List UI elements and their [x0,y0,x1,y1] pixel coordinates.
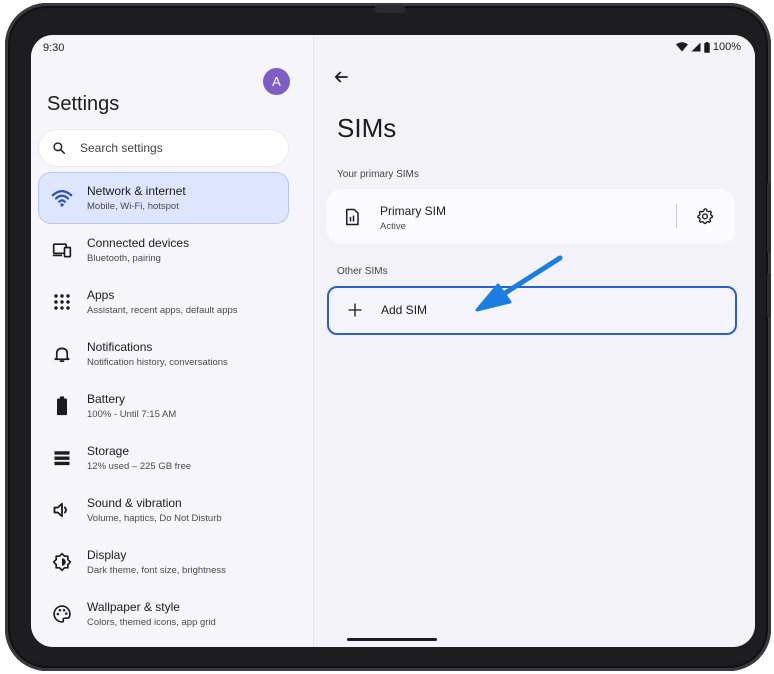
power-button [767,273,771,318]
nav-item-title: Battery [87,392,126,406]
sims-pane: SIMs Your primary SIMs Primary SIM Activ… [314,35,755,647]
nav-item-subtitle: Colors, themed icons, app grid [87,617,216,628]
nav-item-display[interactable]: Display Dark theme, font size, brightnes… [39,537,288,587]
nav-item-title: Storage [87,444,130,458]
wifi-status-icon [675,42,688,52]
volume-button [767,183,771,253]
nav-item-title: Display [87,548,127,562]
display-icon [51,551,73,573]
nav-item-notifications[interactable]: Notifications Notification history, conv… [39,329,288,379]
hinge [375,5,405,13]
nav-item-network[interactable]: Network & internet Mobile, Wi-Fi, hotspo… [39,173,288,223]
nav-item-title: Notifications [87,340,153,354]
nav-item-title: Sound & vibration [87,496,182,510]
annotation-arrow [475,255,563,312]
avatar[interactable]: A [263,68,290,95]
nav-item-title: Connected devices [87,236,190,250]
devices-icon [51,239,73,261]
battery-icon [51,395,73,417]
nav-item-connected-devices[interactable]: Connected devices Bluetooth, pairing [39,225,288,275]
nav-item-title: Wallpaper & style [87,600,180,614]
nav-item-storage[interactable]: Storage 12% used – 225 GB free [39,433,288,483]
apps-grid-icon [51,291,73,313]
nav-item-subtitle: Assistant, recent apps, default apps [87,305,238,316]
search-placeholder: Search settings [80,141,163,155]
nav-item-subtitle: Notification history, conversations [87,357,228,368]
nav-item-subtitle: Mobile, Wi-Fi, hotspot [87,201,179,212]
signal-icon [691,42,701,52]
nav-item-sound[interactable]: Sound & vibration Volume, haptics, Do No… [39,485,288,535]
nav-item-subtitle: Volume, haptics, Do Not Disturb [87,513,222,524]
battery-percent: 100% [712,41,741,53]
nav-item-apps[interactable]: Apps Assistant, recent apps, default app… [39,277,288,327]
bell-icon [51,343,73,365]
nav-item-battery[interactable]: Battery 100% - Until 7:15 AM [39,381,288,431]
nav-item-subtitle: 100% - Until 7:15 AM [87,409,177,420]
battery-status-icon [704,41,710,53]
settings-nav: Network & internet Mobile, Wi-Fi, hotspo… [39,173,288,641]
nav-item-title: Apps [87,288,115,302]
screen: A Settings Search settings Network & int… [31,35,755,647]
nav-item-subtitle: 12% used – 225 GB free [87,461,192,472]
search-input[interactable]: Search settings [39,130,288,166]
page-title: Settings [47,93,120,115]
palette-icon [51,603,73,625]
nav-item-wallpaper[interactable]: Wallpaper & style Colors, themed icons, … [39,589,288,639]
search-icon [53,142,66,155]
nav-item-subtitle: Bluetooth, pairing [87,253,161,264]
wifi-icon [51,187,73,209]
status-bar: 9:30 100% [31,35,755,63]
phone-frame: A Settings Search settings Network & int… [5,3,771,671]
status-time: 9:30 [43,42,65,54]
nav-item-title: Network & internet [87,184,186,198]
storage-icon [51,447,73,469]
home-indicator[interactable] [347,638,437,641]
speaker-icon [51,499,73,521]
nav-item-subtitle: Dark theme, font size, brightness [87,565,226,576]
settings-pane: A Settings Search settings Network & int… [31,35,314,647]
status-icons: 100% [675,41,741,53]
